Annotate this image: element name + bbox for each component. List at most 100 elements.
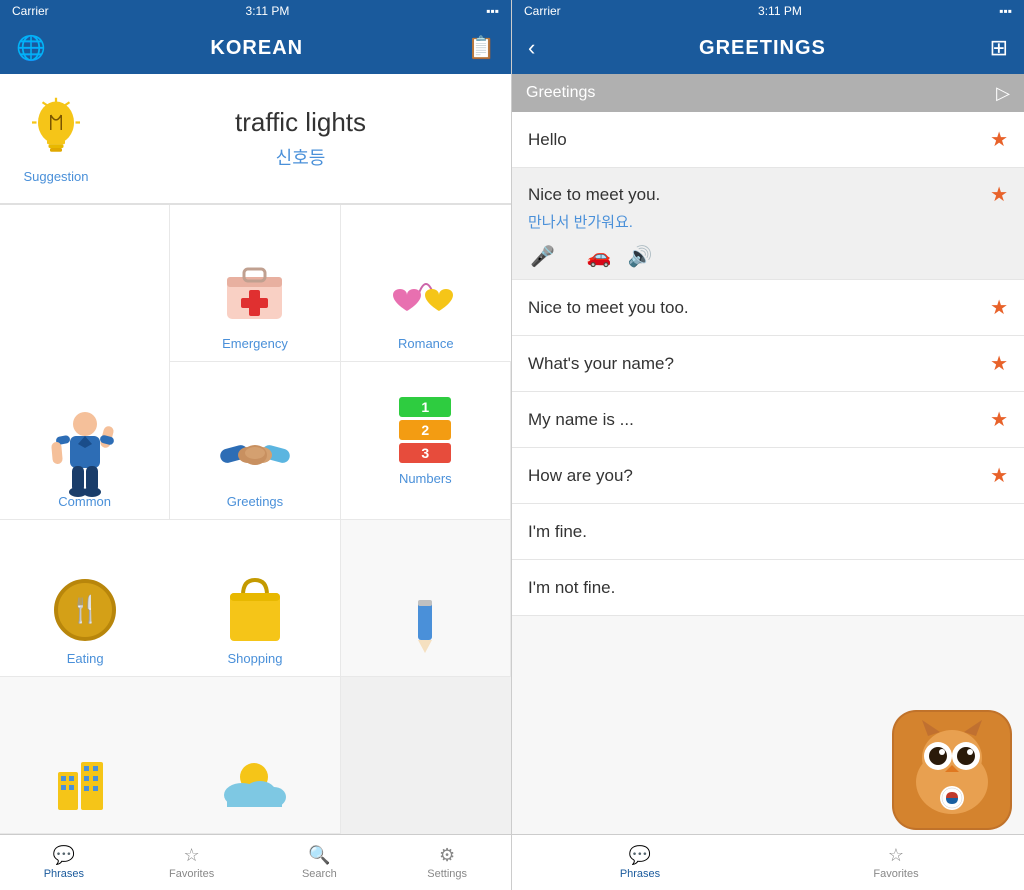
category-greetings[interactable]: Greetings [170, 362, 340, 519]
suggestion-korean: 신호등 [276, 144, 326, 170]
emergency-icon [220, 260, 290, 330]
eating-icon: 🍴 [50, 575, 120, 645]
suggestion-box: Suggestion traffic lights 신호등 [0, 74, 511, 204]
speaker-icon[interactable]: 🔊 [628, 244, 653, 269]
star-my-name[interactable]: ★ [990, 407, 1008, 432]
category-extra2[interactable] [0, 677, 170, 834]
emergency-svg [222, 265, 287, 325]
globe-icon: 🌐 [16, 34, 46, 63]
owl-mascot [892, 710, 1012, 830]
lightbulb-icon [26, 95, 86, 165]
time-right: 3:11 PM [758, 4, 802, 18]
phrase-im-fine[interactable]: I'm fine. [512, 504, 1024, 560]
tab-favorites-right[interactable]: ☆ Favorites [768, 835, 1024, 890]
emergency-label: Emergency [222, 336, 288, 351]
settings-tab-icon: ⚙ [439, 845, 455, 866]
category-extra3[interactable] [170, 677, 340, 834]
favorites-tab-label-right: Favorites [873, 868, 918, 880]
header-title-right: GREETINGS [699, 37, 826, 60]
shopping-label: Shopping [228, 651, 283, 666]
tab-search-left[interactable]: 🔍 Search [256, 835, 384, 890]
phrase-korean-nice-meet: 만나서 반가워요. [528, 211, 633, 232]
phrases-tab-label-right: Phrases [620, 868, 660, 880]
time-left: 3:11 PM [246, 4, 290, 18]
tab-favorites-left[interactable]: ☆ Favorites [128, 835, 256, 890]
phrase-hello[interactable]: Hello ★ [512, 112, 1024, 168]
pencil-icon [390, 590, 460, 660]
phrase-text-nice-meet: Nice to meet you. [528, 185, 660, 205]
greetings-label: Greetings [227, 494, 283, 509]
phrase-nice-meet[interactable]: Nice to meet you. ★ 만나서 반가워요. 🎤 🚗 🔊 [512, 168, 1024, 280]
phrases-tab-icon: 💬 [53, 845, 75, 866]
category-numbers[interactable]: 1 2 3 Numbers [341, 362, 511, 519]
numbers-icon: 1 2 3 [390, 395, 460, 465]
phrase-text-whats-name: What's your name? [528, 354, 674, 374]
person-svg [50, 408, 120, 498]
phrase-my-name[interactable]: My name is ... ★ [512, 392, 1024, 448]
car-icon[interactable]: 🚗 [587, 244, 612, 269]
eating-label: Eating [67, 651, 104, 666]
mic-icon[interactable]: 🎤 [530, 244, 555, 269]
romance-svg [391, 265, 461, 325]
suggestion-label: Suggestion [23, 169, 88, 184]
star-nice-meet[interactable]: ★ [990, 182, 1008, 207]
common-label: Common [58, 494, 111, 509]
category-grid: Common Emergency [0, 204, 511, 834]
section-label: Greetings [526, 84, 595, 102]
phrase-whats-name[interactable]: What's your name? ★ [512, 336, 1024, 392]
star-nice-too[interactable]: ★ [990, 295, 1008, 320]
category-extra1[interactable] [341, 520, 511, 677]
category-common[interactable]: Common [0, 205, 170, 520]
common-icon [50, 418, 120, 488]
header-left: 🌐 KOREAN 📋 [0, 22, 511, 74]
numbers-grid-display: 1 2 3 [399, 397, 451, 463]
battery-left: ▪▪▪ [486, 4, 499, 18]
battery-right: ▪▪▪ [999, 4, 1012, 18]
suggestion-english: traffic lights [235, 107, 366, 138]
book-icon: 📋 [468, 35, 495, 61]
phrase-text-my-name: My name is ... [528, 410, 634, 430]
suggestion-icon-area: Suggestion [16, 94, 96, 184]
romance-label: Romance [398, 336, 454, 351]
header-title-left: KOREAN [210, 37, 303, 60]
phrases-tab-icon-right: 💬 [629, 845, 651, 866]
favorites-tab-label: Favorites [169, 868, 214, 880]
play-icon[interactable]: ▷ [996, 83, 1010, 104]
phrase-controls-nice-meet: 🎤 🚗 🔊 [528, 244, 653, 269]
num-1: 1 [399, 397, 451, 417]
city-icon [50, 747, 120, 817]
header-right: ‹ GREETINGS ⊞ [512, 22, 1024, 74]
star-how-are-you[interactable]: ★ [990, 463, 1008, 488]
status-bar-left: Carrier 3:11 PM ▪▪▪ [0, 0, 511, 22]
suggestion-text-area: traffic lights 신호등 [96, 107, 495, 170]
phrase-nice-too[interactable]: Nice to meet you too. ★ [512, 280, 1024, 336]
category-eating[interactable]: 🍴 Eating [0, 520, 170, 677]
greetings-icon [220, 418, 290, 488]
tab-phrases-left[interactable]: 💬 Phrases [0, 835, 128, 890]
star-hello[interactable]: ★ [990, 127, 1008, 152]
phrase-im-not-fine[interactable]: I'm not fine. [512, 560, 1024, 616]
phrase-text-nice-too: Nice to meet you too. [528, 298, 689, 318]
phrase-text-how-are-you: How are you? [528, 466, 633, 486]
star-whats-name[interactable]: ★ [990, 351, 1008, 376]
numbers-label: Numbers [399, 471, 452, 486]
weather-svg [222, 755, 287, 810]
category-romance[interactable]: Romance [341, 205, 511, 362]
section-header: Greetings ▷ [512, 74, 1024, 112]
category-shopping[interactable]: Shopping [170, 520, 340, 677]
favorites-tab-icon-right: ☆ [888, 845, 904, 866]
phrase-top-nice-meet: Nice to meet you. ★ [528, 182, 1008, 207]
back-button[interactable]: ‹ [528, 35, 535, 61]
search-tab-icon: 🔍 [308, 845, 330, 866]
shopping-icon [220, 575, 290, 645]
phrase-text-hello: Hello [528, 130, 567, 150]
romance-icon [391, 260, 461, 330]
plate-svg: 🍴 [54, 579, 116, 641]
tab-phrases-right[interactable]: 💬 Phrases [512, 835, 768, 890]
owl-svg [892, 710, 1012, 830]
left-phone: Carrier 3:11 PM ▪▪▪ 🌐 KOREAN 📋 [0, 0, 512, 890]
category-emergency[interactable]: Emergency [170, 205, 340, 362]
handshake-svg [220, 425, 290, 480]
phrase-how-are-you[interactable]: How are you? ★ [512, 448, 1024, 504]
tab-settings-left[interactable]: ⚙ Settings [383, 835, 511, 890]
